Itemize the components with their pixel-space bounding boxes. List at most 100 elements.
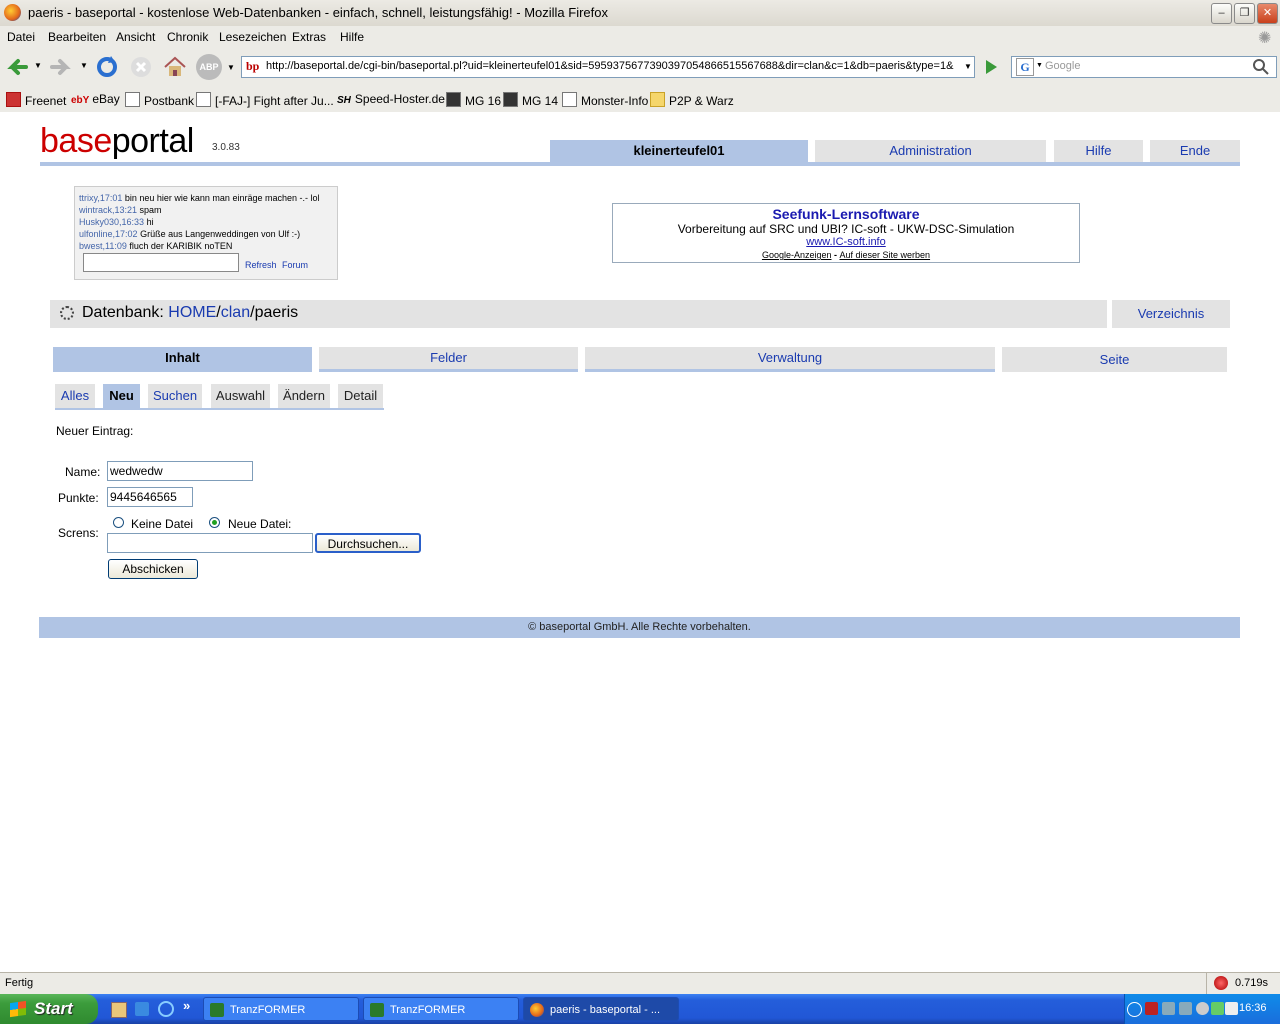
path-current-db: paeris [254, 304, 299, 321]
menu-ansicht[interactable]: Ansicht [116, 30, 155, 44]
adblock-icon[interactable]: ABP [196, 54, 222, 80]
tray-app-icon[interactable] [1145, 1002, 1158, 1015]
forward-icon[interactable] [48, 54, 74, 80]
url-dropdown-icon[interactable]: ▼ [960, 57, 976, 77]
forum-entry: ttrixy,17:01 bin neu hier wie kann man e… [79, 193, 320, 203]
bookmarks-toolbar: Freenet ebY eBay Postbank [-FAJ-] Fight a… [0, 86, 1280, 113]
path-home-link[interactable]: HOME [168, 304, 216, 321]
tab-verwaltung[interactable]: Verwaltung [585, 347, 995, 369]
bookmark-mg14[interactable]: MG 14 [503, 92, 558, 108]
home-icon[interactable] [162, 54, 188, 80]
task-tranzformer-1[interactable]: TranzFORMER [203, 997, 359, 1021]
bookmark-faj[interactable]: [-FAJ-] Fight after Ju... [196, 92, 334, 108]
path-clan-link[interactable]: clan [221, 304, 250, 321]
forum-refresh-link[interactable]: Refresh [245, 260, 277, 270]
punkte-input[interactable]: 9445646565 [107, 487, 193, 507]
url-input[interactable]: http://baseportal.de/cgi-bin/baseportal.… [266, 60, 958, 72]
logout-tab[interactable]: Ende [1150, 140, 1240, 162]
minimize-icon[interactable]: – [1211, 3, 1232, 24]
start-button[interactable]: Start [0, 994, 98, 1024]
desktop-icon[interactable] [111, 1002, 127, 1018]
no-file-radio[interactable] [113, 517, 124, 528]
adblock-status-icon[interactable] [1214, 976, 1228, 990]
mg-icon [446, 92, 461, 107]
new-file-label: Neue Datei: [228, 517, 292, 531]
restore-icon[interactable]: ❐ [1234, 3, 1255, 24]
close-icon[interactable]: ✕ [1257, 3, 1278, 24]
bookmark-ebay[interactable]: ebY eBay [71, 92, 120, 106]
subtab-alles[interactable]: Alles [55, 384, 95, 408]
help-tab[interactable]: Hilfe [1054, 140, 1143, 162]
engine-dropdown-icon[interactable]: ▼ [1036, 62, 1043, 69]
forum-message-input[interactable] [83, 253, 239, 272]
back-dropdown-icon[interactable]: ▼ [34, 61, 42, 70]
subtab-detail[interactable]: Detail [338, 384, 383, 408]
search-box[interactable]: G ▼ Google [1011, 56, 1277, 78]
menu-hilfe[interactable]: Hilfe [340, 30, 364, 44]
ie-icon[interactable] [158, 1001, 174, 1017]
search-icon[interactable] [1252, 58, 1270, 76]
network-icon[interactable] [1179, 1002, 1192, 1015]
user-tab[interactable]: kleinerteufel01 [550, 140, 808, 162]
volume-icon[interactable] [1225, 1002, 1238, 1015]
reload-icon[interactable] [94, 54, 120, 80]
baseportal-logo[interactable]: baseportal [40, 122, 194, 161]
ad-title[interactable]: Seefunk-Lernsoftware [613, 206, 1079, 222]
database-path: Datenbank: HOME/clan/paeris [82, 304, 299, 321]
safely-remove-icon[interactable] [1211, 1002, 1224, 1015]
quicklaunch-icon[interactable] [135, 1002, 149, 1016]
subtab-neu[interactable]: Neu [103, 384, 140, 408]
menu-extras[interactable]: Extras [292, 30, 326, 44]
tab-inhalt[interactable]: Inhalt [53, 347, 312, 369]
url-bar[interactable]: bp http://baseportal.de/cgi-bin/baseport… [241, 56, 975, 78]
page-icon [562, 92, 577, 107]
bookmark-folder-p2p[interactable]: P2P & Warz [650, 92, 734, 108]
search-input[interactable]: Google [1045, 60, 1080, 72]
go-icon[interactable] [980, 56, 1002, 78]
back-icon[interactable] [4, 54, 30, 80]
task-firefox[interactable]: paeris - baseportal - ... [523, 997, 679, 1021]
advertise-link[interactable]: Auf dieser Site werben [840, 250, 931, 260]
administration-tab[interactable]: Administration [815, 140, 1046, 162]
bookmark-mg16[interactable]: MG 16 [446, 92, 501, 108]
tray-app-icon[interactable] [1196, 1002, 1209, 1015]
menu-chronik[interactable]: Chronik [167, 30, 208, 44]
page-icon [125, 92, 140, 107]
name-input[interactable]: wedwedw [107, 461, 253, 481]
bookmark-monster-info[interactable]: Monster-Info [562, 92, 648, 108]
bookmark-speed-hoster[interactable]: SH Speed-Hoster.de [337, 92, 445, 106]
directory-button[interactable]: Verzeichnis [1112, 300, 1230, 328]
forward-dropdown-icon[interactable]: ▼ [80, 61, 88, 70]
system-tray: 16:36 [1124, 994, 1280, 1024]
new-file-radio[interactable] [209, 517, 220, 528]
forum-entry: bwest,11:09 fluch der KARIBIK noTEN [79, 241, 233, 251]
adblock-dropdown-icon[interactable]: ▼ [227, 63, 235, 72]
task-tranzformer-2[interactable]: TranzFORMER [363, 997, 519, 1021]
quicklaunch-more-icon[interactable]: » [183, 998, 190, 1013]
forum-link[interactable]: Forum [282, 260, 308, 270]
browse-button[interactable]: Durchsuchen... [315, 533, 421, 553]
page-content: baseportal 3.0.83 kleinerteufel01 Admini… [0, 112, 1280, 972]
google-engine-icon[interactable]: G [1016, 58, 1034, 76]
ad-url[interactable]: www.IC-soft.info [613, 236, 1079, 248]
submit-button[interactable]: Abschicken [108, 559, 198, 579]
menu-datei[interactable]: Datei [7, 30, 35, 44]
subtab-aendern[interactable]: Ändern [278, 384, 330, 408]
subtab-auswahl[interactable]: Auswahl [211, 384, 270, 408]
menu-bearbeiten[interactable]: Bearbeiten [48, 30, 106, 44]
tray-expand-icon[interactable] [1127, 1002, 1142, 1017]
tab-felder[interactable]: Felder [319, 347, 578, 369]
google-ad: Seefunk-Lernsoftware Vorbereitung auf SR… [612, 203, 1080, 263]
bookmark-postbank[interactable]: Postbank [125, 92, 194, 108]
network-icon[interactable] [1162, 1002, 1175, 1015]
status-bar: Fertig 0.719s [0, 972, 1280, 995]
stop-icon[interactable] [128, 54, 154, 80]
bookmark-freenet[interactable]: Freenet [6, 92, 66, 108]
file-path-input[interactable] [107, 533, 313, 553]
tab-seite[interactable]: Seite [1002, 347, 1227, 372]
menu-lesezeichen[interactable]: Lesezeichen [219, 30, 286, 44]
name-label: Name: [65, 465, 101, 479]
page-footer: © baseportal GmbH. Alle Rechte vorbehalt… [39, 617, 1240, 638]
subtab-suchen[interactable]: Suchen [148, 384, 202, 408]
google-ads-link[interactable]: Google-Anzeigen [762, 250, 832, 260]
